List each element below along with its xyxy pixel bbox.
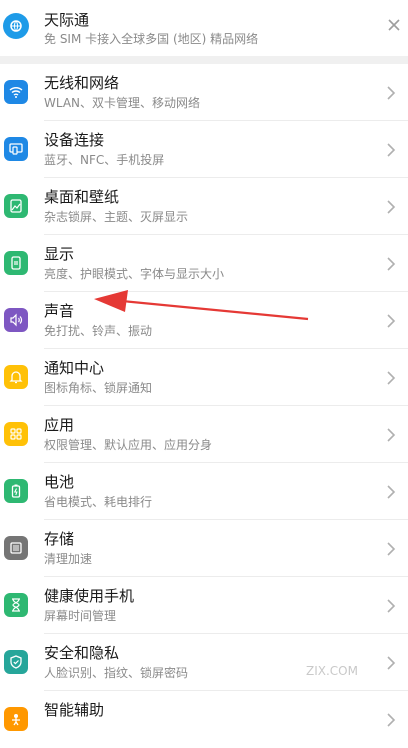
chevron-right-icon — [387, 257, 396, 271]
device-connection-icon — [4, 137, 28, 161]
settings-item-title: 无线和网络 — [44, 74, 120, 92]
shield-icon — [4, 650, 28, 674]
hourglass-icon — [4, 593, 28, 617]
watermark: ZIX.COM — [306, 664, 358, 678]
settings-item[interactable]: 健康使用手机屏幕时间管理 — [0, 577, 408, 634]
settings-item[interactable]: 安全和隐私人脸识别、指纹、锁屏密码 — [0, 634, 408, 691]
chevron-right-icon — [387, 143, 396, 157]
settings-item-subtitle: 清理加速 — [44, 552, 93, 566]
settings-item-subtitle: 省电模式、耗电排行 — [44, 495, 153, 509]
settings-item-title: 智能辅助 — [44, 701, 105, 719]
chevron-right-icon — [387, 428, 396, 442]
settings-item[interactable]: 无线和网络 WLAN、双卡管理、移动网络 — [0, 64, 408, 121]
settings-item[interactable]: 应用权限管理、默认应用、应用分身 — [0, 406, 408, 463]
settings-item-subtitle: WLAN、双卡管理、移动网络 — [44, 96, 201, 110]
sound-icon — [4, 308, 28, 332]
settings-item-subtitle: 亮度、护眼模式、字体与显示大小 — [44, 267, 225, 281]
settings-item[interactable]: 设备连接蓝牙、NFC、手机投屏 — [0, 121, 408, 178]
chevron-right-icon — [387, 542, 396, 556]
settings-item[interactable]: 通知中心图标角标、锁屏通知 — [0, 349, 408, 406]
battery-icon — [4, 479, 28, 503]
section-divider — [0, 56, 408, 64]
settings-item-title: 声音 — [44, 302, 75, 320]
settings-item-title: 健康使用手机 — [44, 587, 135, 605]
settings-item[interactable]: 智能辅助 — [0, 691, 408, 748]
settings-item[interactable]: 存储 清理加速 — [0, 520, 408, 577]
settings-item-title: 电池 — [44, 473, 75, 491]
settings-item-subtitle: 图标角标、锁屏通知 — [44, 381, 153, 395]
close-icon[interactable] — [386, 17, 402, 33]
settings-item[interactable]: 声音免打扰、铃声、振动 — [0, 292, 408, 349]
storage-icon — [4, 536, 28, 560]
settings-item-title: 通知中心 — [44, 359, 105, 377]
assist-icon — [4, 707, 28, 731]
globe-icon — [3, 13, 29, 39]
settings-item-subtitle: 蓝牙、NFC、手机投屏 — [44, 153, 165, 167]
tianjitong-banner[interactable]: 天际通 免 SIM 卡接入全球多国 (地区) 精品网络 — [0, 0, 408, 56]
chevron-right-icon — [387, 371, 396, 385]
chevron-right-icon — [387, 713, 396, 727]
settings-item-title: 安全和隐私 — [44, 644, 120, 662]
settings-item-title: 应用 — [44, 416, 75, 434]
banner-subtitle: 免 SIM 卡接入全球多国 (地区) 精品网络 — [44, 32, 259, 46]
settings-item[interactable]: 显示亮度、护眼模式、字体与显示大小 — [0, 235, 408, 292]
chevron-right-icon — [387, 656, 396, 670]
chevron-right-icon — [387, 200, 396, 214]
chevron-right-icon — [387, 86, 396, 100]
settings-item-title: 存储 — [44, 530, 75, 548]
notification-bell-icon — [4, 365, 28, 389]
banner-title: 天际通 — [44, 11, 90, 29]
settings-item-subtitle: 权限管理、默认应用、应用分身 — [44, 438, 213, 452]
display-icon — [4, 251, 28, 275]
chevron-right-icon — [387, 485, 396, 499]
settings-item-title: 显示 — [44, 245, 75, 263]
wallpaper-icon — [4, 194, 28, 218]
settings-item-title: 桌面和壁纸 — [44, 188, 120, 206]
chevron-right-icon — [387, 314, 396, 328]
chevron-right-icon — [387, 599, 396, 613]
settings-item[interactable]: 桌面和壁纸杂志锁屏、主题、灭屏显示 — [0, 178, 408, 235]
apps-grid-icon — [4, 422, 28, 446]
settings-item-subtitle: 人脸识别、指纹、锁屏密码 — [44, 666, 189, 680]
settings-item-subtitle: 屏幕时间管理 — [44, 609, 117, 623]
settings-item[interactable]: 电池省电模式、耗电排行 — [0, 463, 408, 520]
settings-item-title: 设备连接 — [44, 131, 105, 149]
settings-item-subtitle: 杂志锁屏、主题、灭屏显示 — [44, 210, 189, 224]
settings-item-subtitle: 免打扰、铃声、振动 — [44, 324, 153, 338]
wifi-icon — [4, 80, 28, 104]
